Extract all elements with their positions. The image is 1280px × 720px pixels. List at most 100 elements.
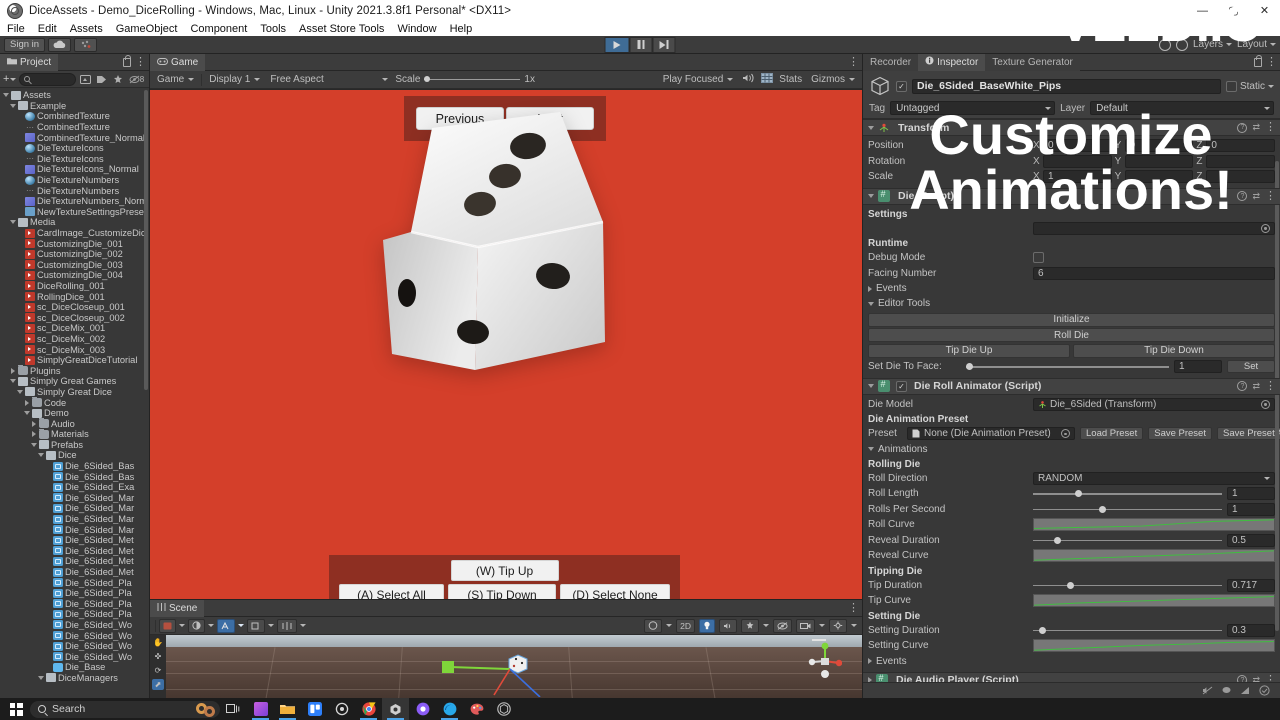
project-tree-item[interactable]: DieTextureIcons <box>0 143 149 154</box>
scene-canvas[interactable]: ✋ ✜ ⟳ ⬈ <box>150 635 862 699</box>
play-button[interactable] <box>604 36 630 53</box>
inspector-scrollbar[interactable] <box>1275 161 1279 631</box>
project-tree-item[interactable]: CustomizingDie_002 <box>0 249 149 260</box>
project-tree-item[interactable]: Die_6Sided_Wo <box>0 641 149 652</box>
project-tree-item[interactable]: Die_6Sided_Pla <box>0 609 149 620</box>
pivot-mode-button[interactable] <box>217 618 235 633</box>
scene-audio-button[interactable] <box>719 618 737 633</box>
inspector-scroll-area[interactable]: ✓ Die_6Sided_BaseWhite_Pips Static Tag U… <box>863 71 1280 682</box>
app-github-icon[interactable] <box>409 698 436 720</box>
object-picker-icon[interactable] <box>1061 429 1070 439</box>
chevron-down-icon[interactable] <box>23 411 30 416</box>
roll-die-button[interactable]: Roll Die <box>868 328 1275 342</box>
animator-enabled-checkbox[interactable]: ✓ <box>896 380 907 392</box>
pause-button[interactable] <box>629 36 653 53</box>
scale-y-field[interactable] <box>1124 170 1194 184</box>
app-chrome-icon[interactable] <box>355 698 382 720</box>
die-model-field[interactable]: Die_6Sided (Transform) <box>1033 397 1275 411</box>
grid-snapping-button[interactable] <box>277 618 297 633</box>
project-tree-item[interactable]: Die_6Sided_Met <box>0 535 149 546</box>
set-face-slider[interactable] <box>966 363 1169 370</box>
scene-orientation-gizmo[interactable] <box>808 641 842 681</box>
set-face-value-field[interactable]: 1 <box>1174 360 1222 374</box>
history-icon[interactable] <box>1158 38 1171 51</box>
position-z-field[interactable]: 0 <box>1206 139 1276 153</box>
minimize-button[interactable]: — <box>1187 0 1218 21</box>
project-tree-item[interactable]: Media <box>0 217 149 228</box>
rotation-y-field[interactable] <box>1124 154 1194 168</box>
project-tree-item[interactable]: CardImage_CustomizeDic <box>0 228 149 239</box>
animations-foldout[interactable]: Animations <box>868 442 1275 457</box>
setting-duration-value[interactable]: 0.3 <box>1227 623 1275 637</box>
app-unity-icon[interactable] <box>382 698 409 720</box>
cloud-icon[interactable] <box>48 37 72 52</box>
chevron-right-icon[interactable] <box>23 399 30 406</box>
editor-tools-foldout[interactable]: Editor Tools <box>868 296 1275 311</box>
display-selector[interactable]: Display 1 <box>206 72 264 87</box>
project-tree-item[interactable]: DieTextureNumbers <box>0 175 149 186</box>
project-tree-item[interactable]: ⋯ DieTextureNumbers <box>0 185 149 196</box>
project-tree-item[interactable]: ⋯ CombinedTexture <box>0 122 149 133</box>
initialize-button[interactable]: Initialize <box>868 312 1275 327</box>
setting-curve-field[interactable] <box>1033 639 1275 653</box>
app-file-explorer-icon[interactable] <box>274 698 301 720</box>
save-preset-as-button[interactable]: Save Preset As... <box>1216 427 1280 441</box>
maximize-button[interactable]: ▢ <box>1218 0 1249 21</box>
project-tree-item[interactable]: Simply Great Games <box>0 376 149 387</box>
project-tree-item[interactable]: Dice <box>0 450 149 461</box>
menu-assets[interactable]: Assets <box>70 23 110 35</box>
project-tree-item[interactable]: DieTextureIcons_Normal <box>0 164 149 175</box>
project-tree-item[interactable]: Die_6Sided_Wo <box>0 620 149 631</box>
hand-tool-icon[interactable]: ✋ <box>152 637 164 648</box>
audio-player-menu-kebab-icon[interactable]: ⋮ <box>1265 674 1276 682</box>
scene-visibility-button[interactable] <box>773 618 792 633</box>
scene-lighting-button[interactable] <box>699 618 715 633</box>
transform-component-header[interactable]: Transform ? ⇄ ⋮ <box>863 119 1280 136</box>
game-menu-kebab-icon[interactable]: ⋮ <box>848 56 859 68</box>
scene-fx-button[interactable] <box>741 618 759 633</box>
project-tree-item[interactable]: ⋯ DieTextureIcons <box>0 154 149 165</box>
menu-help[interactable]: Help <box>450 23 480 35</box>
menu-window[interactable]: Window <box>397 23 443 35</box>
scale-slider[interactable]: Scale 1x <box>395 74 535 85</box>
task-view-icon[interactable] <box>220 698 247 720</box>
project-tree-item[interactable]: DiceManagers <box>0 673 149 684</box>
project-tree-item[interactable]: Prefabs <box>0 440 149 451</box>
project-tree-item[interactable]: Code <box>0 397 149 408</box>
reveal-curve-field[interactable] <box>1033 549 1275 563</box>
project-tree-item[interactable]: Die_6Sided_Met <box>0 546 149 557</box>
help-icon[interactable]: ? <box>1237 381 1248 391</box>
project-tree-item[interactable]: CustomizingDie_004 <box>0 270 149 281</box>
lighting-icon[interactable] <box>1221 685 1232 696</box>
preset-icon[interactable]: ⇄ <box>1252 191 1260 202</box>
layout-dropdown[interactable]: Layout <box>1237 39 1276 50</box>
2d-toggle-button[interactable]: 2D <box>676 618 695 633</box>
setting-duration-slider[interactable] <box>1033 626 1222 634</box>
roll-curve-field[interactable] <box>1033 518 1275 532</box>
aspect-selector[interactable]: Free Aspect <box>267 72 392 87</box>
project-tree-item[interactable]: Example <box>0 101 149 112</box>
tip-duration-value[interactable]: 0.717 <box>1227 578 1275 592</box>
menu-edit[interactable]: Edit <box>38 23 64 35</box>
add-asset-button[interactable]: + <box>3 73 17 85</box>
tip-duration-slider[interactable] <box>1033 581 1222 589</box>
project-tree-item[interactable]: Die_6Sided_Bas <box>0 471 149 482</box>
die-audio-player-header[interactable]: Die Audio Player (Script) ? ⇄ ⋮ <box>863 671 1280 683</box>
die-render[interactable] <box>375 100 635 390</box>
tab-inspector[interactable]: Inspector <box>918 53 986 71</box>
menu-asset-store-tools[interactable]: Asset Store Tools <box>299 23 391 35</box>
position-y-field[interactable]: 0 <box>1124 139 1194 153</box>
move-tool-icon[interactable]: ✜ <box>152 651 164 662</box>
chevron-down-icon[interactable] <box>868 384 874 388</box>
close-button[interactable]: ✕ <box>1249 0 1280 21</box>
static-toggle[interactable]: Static <box>1225 80 1274 92</box>
preset-icon[interactable]: ⇄ <box>1252 675 1260 683</box>
grid-icon[interactable] <box>761 73 774 86</box>
project-tree-item[interactable]: RollingDice_001 <box>0 291 149 302</box>
rolls-per-second-slider[interactable] <box>1033 505 1222 513</box>
object-picker-icon[interactable] <box>1261 399 1270 409</box>
help-icon[interactable]: ? <box>1237 675 1248 682</box>
project-tree-item[interactable]: Die_6Sided_Pla <box>0 599 149 610</box>
play-focused-selector[interactable]: Play Focused <box>659 72 737 87</box>
project-tree-item[interactable]: Die_6Sided_Met <box>0 567 149 578</box>
